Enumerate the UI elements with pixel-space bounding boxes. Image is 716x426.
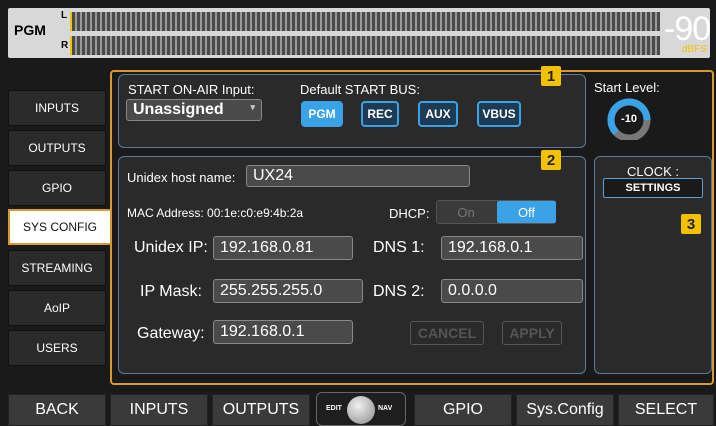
start-on-air-input-select[interactable]: Unassigned ▾ — [126, 99, 262, 121]
sidebar-item-inputs[interactable]: INPUTS — [8, 90, 106, 126]
gpio-button[interactable]: GPIO — [414, 394, 512, 426]
sidebar-item-users[interactable]: USERS — [8, 330, 106, 366]
sidebar-item-streaming[interactable]: STREAMING — [8, 250, 106, 286]
sidebar-item-gpio[interactable]: GPIO — [8, 170, 106, 206]
clock-settings-button[interactable]: SETTINGS — [603, 178, 703, 198]
back-button[interactable]: BACK — [8, 394, 106, 426]
meter-db-value: -90 — [664, 12, 710, 46]
meter-left-bar — [72, 12, 660, 31]
bus-button-aux[interactable]: AUX — [418, 101, 458, 127]
start-level-label: Start Level: — [594, 80, 660, 95]
meter-right-label: R — [61, 40, 69, 51]
bus-button-vbus[interactable]: VBUS — [477, 101, 521, 127]
section-badge-3: 3 — [681, 214, 701, 234]
meter-left-label: L — [61, 10, 68, 21]
clock-title: CLOCK : — [626, 164, 679, 179]
gateway-label: Gateway: — [137, 325, 205, 342]
host-name-input[interactable]: UX24 — [246, 165, 470, 187]
ip-mask-label: IP Mask: — [140, 283, 202, 300]
sidebar-item-outputs[interactable]: OUTPUTS — [8, 130, 106, 166]
meter-right-bar — [72, 36, 660, 55]
unidex-ip-label: Unidex IP: — [134, 239, 208, 256]
dns2-label: DNS 2: — [373, 283, 425, 300]
meter-bus-label: PGM — [14, 22, 46, 38]
start-level-value: -10 — [621, 113, 637, 125]
chevron-down-icon: ▾ — [250, 102, 255, 112]
ip-mask-input[interactable]: 255.255.255.0 — [213, 279, 363, 303]
dns1-label: DNS 1: — [373, 239, 425, 256]
cancel-button[interactable]: CANCEL — [410, 321, 484, 345]
edit-label: EDIT — [326, 405, 342, 412]
outputs-button[interactable]: OUTPUTS — [212, 394, 310, 426]
dns2-input[interactable]: 0.0.0.0 — [441, 279, 583, 303]
start-on-air-input-label: START ON-AIR Input: — [128, 82, 255, 97]
nav-label: NAV — [378, 405, 393, 412]
sidebar-item-sys-config[interactable]: SYS CONFIG — [8, 209, 112, 245]
unidex-ip-input[interactable]: 192.168.0.81 — [213, 236, 353, 260]
encoder-knob-icon — [347, 396, 375, 424]
start-level-knob[interactable]: -10 — [601, 94, 657, 142]
edit-nav-encoder[interactable]: EDIT NAV — [316, 392, 406, 426]
select-button[interactable]: SELECT — [618, 394, 714, 426]
dhcp-toggle[interactable]: On Off — [436, 200, 556, 224]
dhcp-on-option[interactable]: On — [437, 201, 495, 223]
dhcp-off-option[interactable]: Off — [497, 201, 556, 223]
apply-button[interactable]: APPLY — [502, 321, 562, 345]
host-name-label: Unidex host name: — [127, 170, 236, 185]
gateway-input[interactable]: 192.168.0.1 — [213, 320, 353, 344]
meter-db-unit: dBFS — [682, 44, 708, 55]
section-badge-1: 1 — [541, 66, 561, 86]
start-on-air-input-value: Unassigned — [133, 101, 224, 118]
bus-button-rec[interactable]: REC — [361, 101, 399, 127]
dhcp-label: DHCP: — [389, 206, 430, 221]
dns1-input[interactable]: 192.168.0.1 — [441, 236, 583, 260]
sidebar-item-aoip[interactable]: AoIP — [8, 290, 106, 326]
section-badge-2: 2 — [541, 150, 561, 170]
sys-config-button[interactable]: Sys.Config — [516, 394, 614, 426]
inputs-button[interactable]: INPUTS — [110, 394, 208, 426]
default-start-bus-label: Default START BUS: — [300, 82, 420, 97]
mac-address: MAC Address: 00:1e:c0:e9:4b:2a — [127, 206, 304, 220]
bus-button-pgm[interactable]: PGM — [301, 101, 343, 127]
